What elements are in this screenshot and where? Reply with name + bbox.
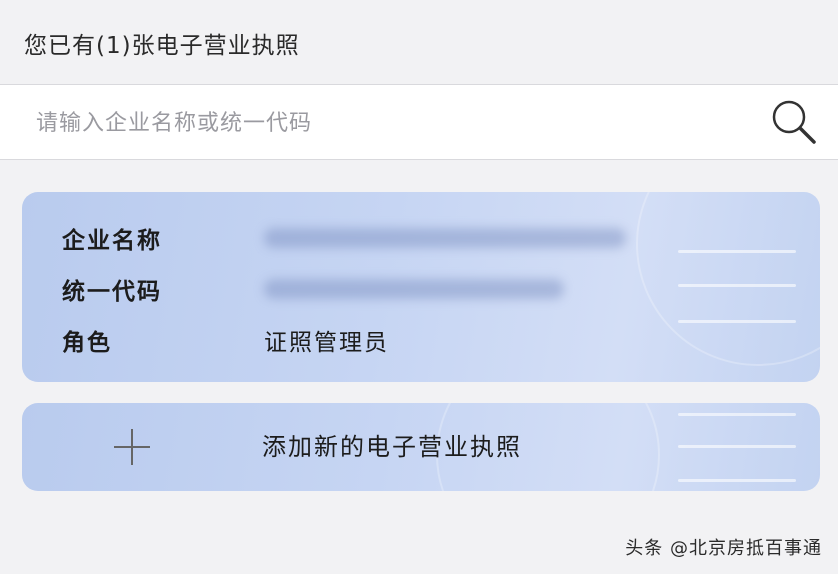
search-bar[interactable]: [0, 84, 838, 161]
page-title: 您已有(1)张电子营业执照: [24, 33, 300, 59]
add-license-label: 添加新的电子营业执照: [262, 433, 522, 461]
add-license-button[interactable]: 添加新的电子营业执照: [22, 403, 820, 491]
company-name-value: [264, 228, 626, 248]
role-label: 角色: [62, 330, 112, 356]
card-decoration-line: [678, 284, 796, 287]
unified-code-label: 统一代码: [62, 279, 162, 305]
card-decoration-line: [678, 445, 796, 448]
unified-code-row: 统一代码: [62, 269, 564, 309]
card-decoration-line: [678, 479, 796, 482]
card-decoration: [636, 192, 820, 366]
watermark: 头条 @北京房抵百事通: [625, 534, 822, 560]
plus-icon: [114, 429, 150, 465]
watermark-text: 头条 @北京房抵百事通: [625, 538, 822, 559]
company-name-row: 企业名称: [62, 218, 626, 258]
role-value: 证照管理员: [264, 330, 389, 356]
company-name-label: 企业名称: [62, 228, 162, 254]
card-decoration-line: [678, 413, 796, 416]
card-decoration-line: [678, 250, 796, 253]
search-input[interactable]: [34, 85, 738, 161]
role-row: 角色 证照管理员: [62, 320, 389, 360]
unified-code-value: [264, 279, 564, 299]
card-decoration-line: [678, 320, 796, 323]
search-icon[interactable]: [768, 96, 820, 148]
license-card[interactable]: 企业名称 统一代码 角色 证照管理员: [22, 192, 820, 382]
